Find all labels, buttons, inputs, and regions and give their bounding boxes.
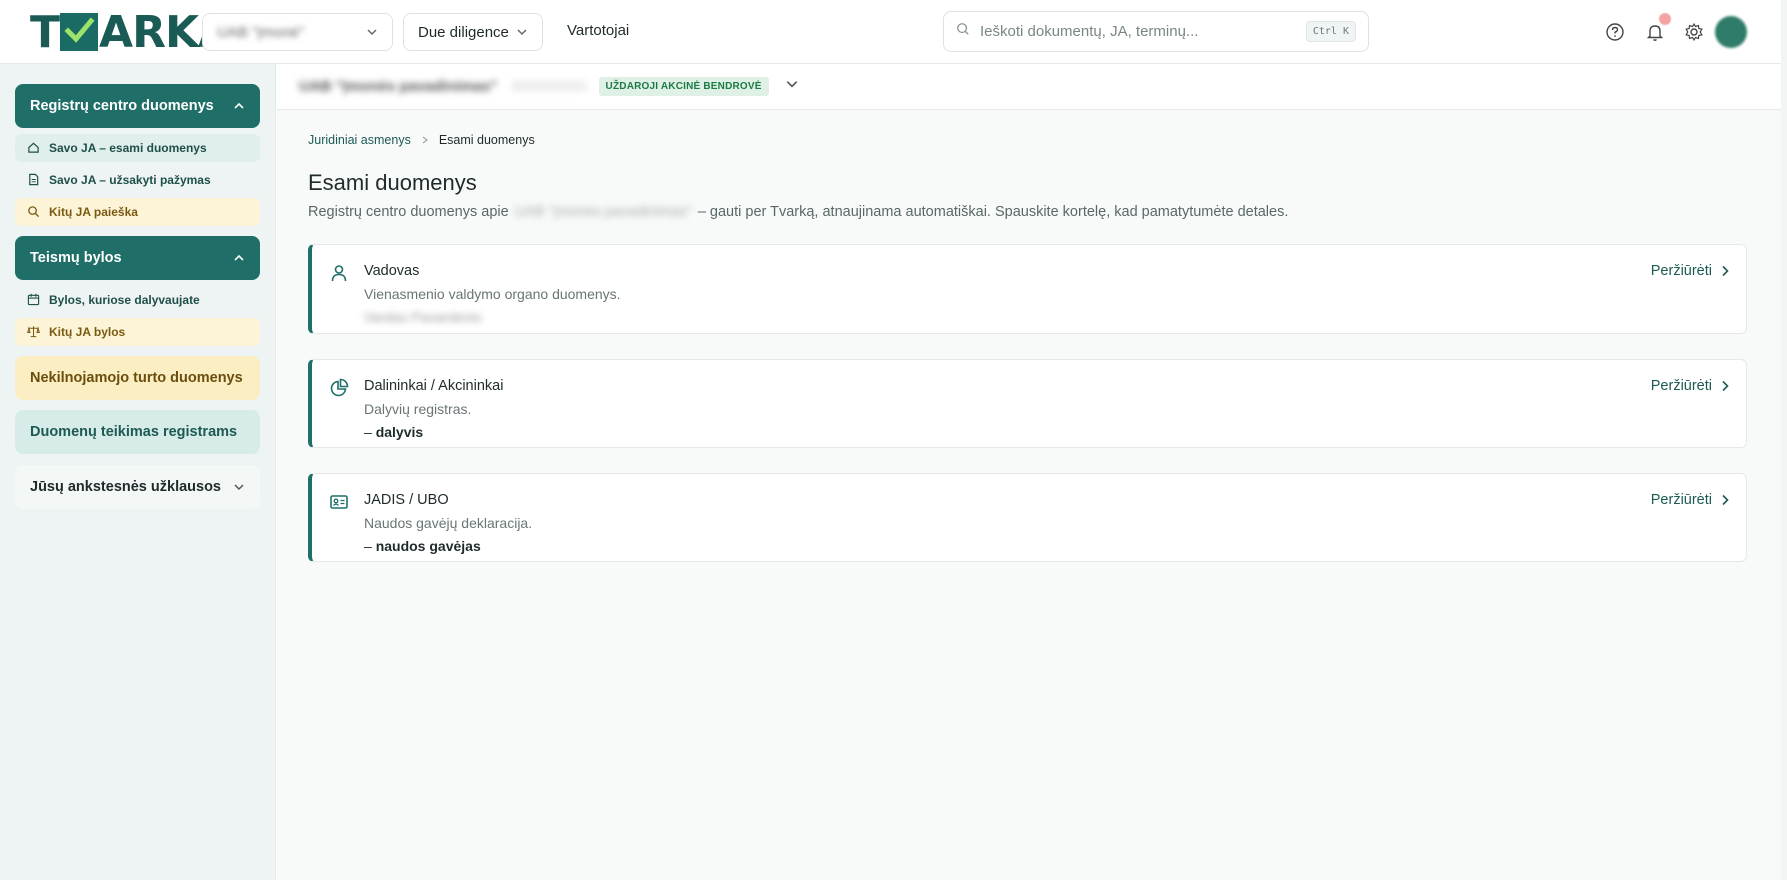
top-header: T ARKA UAB "Įmonė" Due diligence Vartoto… [0,0,1787,64]
sidebar-item-real-estate[interactable]: Nekilnojamojo turto duomenys [15,356,260,400]
view-button[interactable]: Peržiūrėti [1651,378,1730,394]
sidebar: Registrų centro duomenys Savo JA – esami… [0,64,276,880]
view-button[interactable]: Peržiūrėti [1651,492,1730,508]
card-shareholders[interactable]: Dalininkai / Akcininkai Dalyvių registra… [308,359,1747,448]
document-icon [27,173,41,187]
pie-chart-icon [329,378,349,398]
chevron-down-icon [366,26,378,38]
breadcrumb: Juridiniai asmenys Esami duomenys [308,133,535,147]
sidebar-item-own-ordered[interactable]: Savo JA – užsakyti pažymas [15,166,260,194]
global-search[interactable]: Ieškoti dokumentų, JA, terminų... Ctrl K [943,11,1369,52]
card-value: – dalyvis [364,424,424,440]
page-description: Registrų centro duomenys apie UAB "Įmonės… [308,204,1289,220]
search-icon [956,22,970,41]
logo[interactable]: T ARKA [30,7,232,58]
card-title: Vadovas [364,263,420,279]
chevron-right-icon [1722,265,1729,277]
chevron-up-icon [233,252,245,264]
chevron-down-icon[interactable] [785,77,799,96]
user-icon [329,263,349,283]
breadcrumb-current: Esami duomenys [438,133,535,147]
card-subtitle: Naudos gavėjų deklaracija. [364,515,533,531]
card-subtitle: Dalyvių registras. [364,401,472,417]
card-ubo[interactable]: JADIS / UBO Naudos gavėjų deklaracija. –… [308,473,1747,562]
notification-badge [1659,13,1671,25]
chevron-down-icon [233,481,245,493]
card-title: JADIS / UBO [364,492,449,508]
sidebar-item-other-search[interactable]: Kitų JA paieška [15,198,260,226]
view-button[interactable]: Peržiūrėti [1651,263,1730,279]
calendar-icon [27,293,41,307]
scale-icon [27,325,41,339]
chevron-right-icon [421,133,429,147]
users-link[interactable]: Vartotojai [567,22,629,39]
home-icon [27,141,41,155]
company-select[interactable]: UAB "Įmonė" [202,13,393,51]
help-icon[interactable] [1603,20,1627,44]
company-bar: UAB "Įmonės pavadinimas" 000000000 UŽDAR… [277,64,1781,110]
sidebar-item-data-provision[interactable]: Duomenų teikimas registrams [15,410,260,454]
gear-icon[interactable] [1682,20,1706,44]
sidebar-section-court[interactable]: Teismų bylos [15,236,260,280]
sidebar-item-own-current[interactable]: Savo JA – esami duomenys [15,134,260,162]
avatar[interactable] [1715,16,1747,48]
due-diligence-dropdown[interactable]: Due diligence [403,13,543,51]
card-title: Dalininkai / Akcininkai [364,378,504,394]
page-title: Esami duomenys [308,170,477,195]
company-code: 000000000 [511,78,587,95]
card-value: Vardas Pavardenis [364,309,482,325]
sidebar-item-other-cases[interactable]: Kitų JA bylos [15,318,260,346]
id-card-icon [329,492,349,512]
search-icon [27,205,41,219]
company-type-badge: UŽDAROJI AKCINĖ BENDROVĖ [598,77,769,96]
sidebar-item-previous-queries[interactable]: Jūsų ankstesnės užklausos [15,465,260,509]
card-manager[interactable]: Vadovas Vienasmenio valdymo organo duome… [308,244,1747,334]
sidebar-section-registry[interactable]: Registrų centro duomenys [15,84,260,128]
breadcrumb-parent[interactable]: Juridiniai asmenys [308,133,411,147]
scrollbar[interactable] [1781,0,1787,880]
sidebar-item-own-cases[interactable]: Bylos, kuriose dalyvaujate [15,286,260,314]
card-subtitle: Vienasmenio valdymo organo duomenys. [364,286,621,302]
search-input[interactable]: Ieškoti dokumentų, JA, terminų... [980,23,1198,40]
chevron-right-icon [1722,380,1729,392]
chevron-down-icon [516,26,528,38]
main-content: Juridiniai asmenys Esami duomenys Esami … [277,110,1781,880]
chevron-right-icon [1722,494,1729,506]
search-shortcut: Ctrl K [1305,21,1356,42]
card-value: – naudos gavėjas [364,538,481,554]
logo-check-icon [60,13,99,51]
chevron-up-icon [233,100,245,112]
company-name: UAB "Įmonės pavadinimas" [299,78,498,95]
